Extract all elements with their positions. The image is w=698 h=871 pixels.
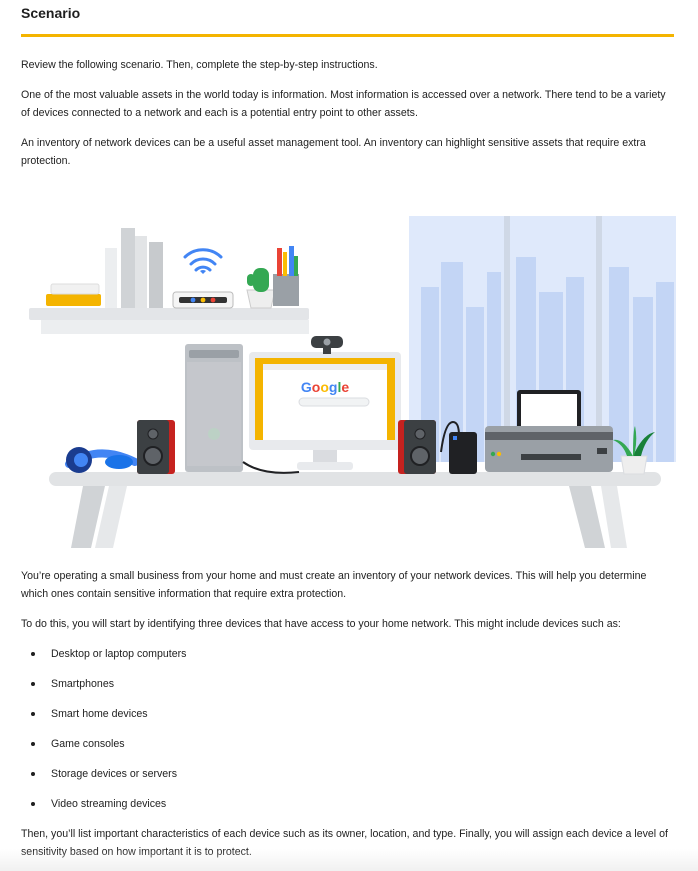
monitor-logo: Google [301,379,349,395]
desk-illustration: Google [29,216,676,548]
list-item: Video streaming devices [21,795,186,825]
list-item: Smartphones [21,675,186,705]
characteristics-paragraph: Then, you’ll list important characterist… [21,828,668,858]
speaker-left-icon [137,420,175,474]
list-item: Storage devices or servers [21,765,186,795]
desk [49,472,661,548]
page-title: Scenario [21,5,81,21]
intro-paragraph: Review the following scenario. Then, com… [21,59,378,71]
shelf [29,308,309,334]
books-icon [46,228,163,308]
headphones-icon [65,447,139,473]
monitor-icon: Google [249,336,401,470]
section-header: Scenario [21,0,674,37]
assets-paragraph: One of the most valuable assets in the w… [21,89,666,119]
scenario-page: Scenario Review the following scenario. … [0,0,698,871]
business-paragraph: You’re operating a small business from y… [21,570,647,600]
list-item: Game consoles [21,735,186,765]
cactus-pens-icon [246,246,299,309]
external-drive-icon [449,432,477,474]
inventory-paragraph: An inventory of network devices can be a… [21,137,646,167]
device-examples-list: Desktop or laptop computers Smartphones … [21,645,186,825]
list-item: Desktop or laptop computers [21,645,186,675]
speaker-right-icon [398,420,436,474]
devices-intro-paragraph: To do this, you will start by identifyin… [21,618,621,630]
router-icon [172,248,234,309]
list-item: Smart home devices [21,705,186,735]
pc-tower-icon [185,344,243,472]
